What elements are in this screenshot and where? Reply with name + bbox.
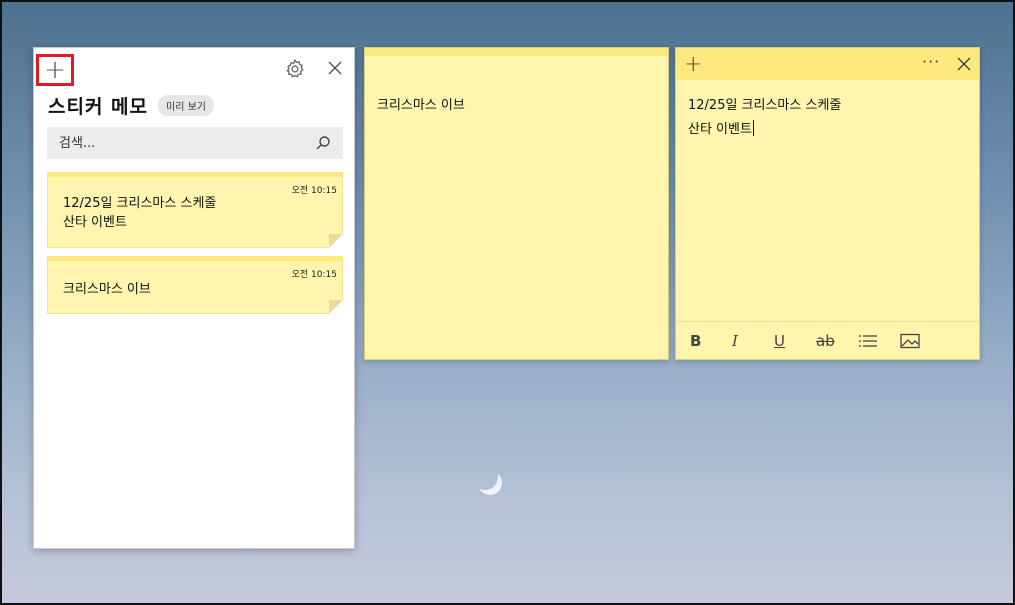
note-line: 산타 이벤트	[688, 122, 752, 137]
sticky-note-window-active: + ··· 12/25일 크리스마스 스케줄 산타 이벤트 B I U ab	[675, 47, 980, 360]
panel-titlebar: +	[34, 48, 354, 90]
bold-icon: B	[690, 331, 702, 350]
image-icon	[900, 333, 920, 348]
note-line: 크리스마스 이브	[63, 282, 151, 297]
settings-button[interactable]	[284, 58, 306, 80]
close-icon	[328, 61, 342, 75]
bold-button[interactable]: B	[690, 329, 732, 353]
gear-icon	[286, 58, 304, 78]
note-header[interactable]: + ···	[676, 48, 979, 80]
more-options-button[interactable]: ···	[922, 52, 940, 71]
italic-icon: I	[732, 331, 738, 350]
insert-image-button[interactable]	[900, 329, 942, 353]
format-toolbar: B I U ab	[676, 321, 979, 359]
add-note-button[interactable]: +	[36, 54, 74, 86]
moon	[472, 464, 498, 490]
note-line: 12/25일 크리스마스 스케줄	[688, 98, 842, 113]
strikethrough-button[interactable]: ab	[816, 329, 858, 353]
note-line: 12/25일 크리스마스 스케줄	[63, 196, 217, 211]
list-icon	[859, 334, 877, 347]
search-icon[interactable]	[315, 135, 331, 151]
more-icon: ···	[922, 52, 941, 71]
app-title: 스티커 메모	[48, 96, 149, 118]
note-card[interactable]: 오전 10:15 크리스마스 이브	[47, 256, 343, 314]
underline-icon: U	[774, 331, 785, 350]
title-row: 스티커 메모 미리 보기	[48, 92, 214, 119]
new-note-button[interactable]: +	[684, 52, 702, 77]
card-fold-corner	[329, 300, 343, 314]
note-time: 오전 10:15	[291, 186, 337, 196]
text-caret	[752, 120, 754, 136]
note-time: 오전 10:15	[291, 270, 337, 280]
underline-button[interactable]: U	[774, 329, 816, 353]
close-panel-button[interactable]	[326, 59, 344, 77]
close-note-button[interactable]	[957, 57, 971, 71]
search-input[interactable]	[59, 135, 315, 151]
plus-icon: +	[684, 52, 703, 77]
strikethrough-icon: ab	[816, 331, 835, 350]
note-editor[interactable]: 12/25일 크리스마스 스케줄 산타 이벤트	[688, 94, 841, 142]
preview-button[interactable]: 미리 보기	[158, 95, 214, 116]
note-card[interactable]: 오전 10:15 12/25일 크리스마스 스케줄 산타 이벤트	[47, 172, 343, 248]
note-line-with-caret: 산타 이벤트	[688, 118, 841, 142]
search-box	[47, 127, 343, 159]
sticky-note-window: 크리스마스 이브	[364, 47, 669, 360]
italic-button[interactable]: I	[732, 329, 774, 353]
plus-icon: +	[44, 55, 66, 85]
card-fold-corner	[329, 234, 343, 248]
note-line: 산타 이벤트	[63, 215, 127, 230]
bullet-list-button[interactable]	[858, 329, 900, 353]
note-header-strip[interactable]	[365, 48, 668, 56]
note-content[interactable]: 크리스마스 이브	[377, 94, 465, 113]
sticky-notes-list-panel: + 스티커 메모 미리 보기 오전 10:15 12/25일 크리스마스 스케줄…	[33, 47, 355, 549]
